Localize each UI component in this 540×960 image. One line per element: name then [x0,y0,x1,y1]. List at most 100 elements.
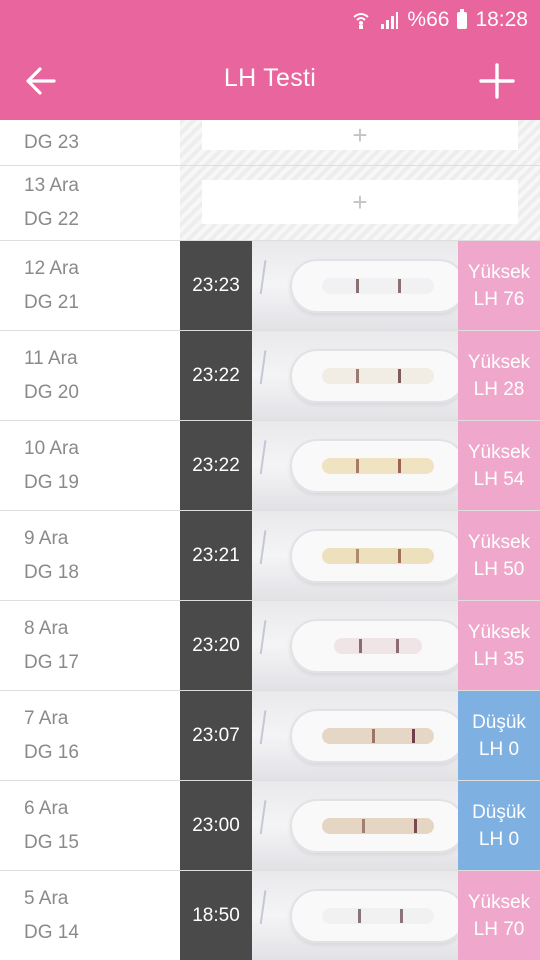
result-badge[interactable]: Yüksek LH 70 [458,871,540,960]
list-item: 13 Ara DG 22 + [0,166,540,241]
pen-mark [259,800,279,836]
cycle-day-label: DG 17 [24,651,79,673]
cycle-day-label: DG 19 [24,471,79,493]
date-cell: 7 Ara DG 16 [0,691,180,780]
lh-value: LH 50 [473,558,525,580]
strip-window [322,457,434,474]
test-line [358,638,362,653]
pen-mark [259,710,279,746]
control-line [411,728,415,743]
plus-icon [479,63,515,99]
test-strip-photo[interactable] [252,511,458,600]
test-strip [290,798,458,853]
date-cell: 12 Ara DG 21 [0,241,180,330]
list-item[interactable]: 11 Ara DG 20 23:22 Yüksek LH 28 [0,331,540,421]
time-cell: 18:50 [180,871,252,960]
cycle-day-label: DG 20 [24,381,79,403]
list-item[interactable]: 12 Ara DG 21 23:23 Yüksek LH 76 [0,241,540,331]
test-strip-photo[interactable] [252,421,458,510]
date-cell: DG 23 [0,120,180,165]
test-strip-photo[interactable] [252,241,458,330]
date-cell: 10 Ara DG 19 [0,421,180,510]
pen-mark [259,530,279,566]
date-cell: 9 Ara DG 18 [0,511,180,600]
list-item: DG 23 + [0,120,540,166]
result-badge[interactable]: Düşük LH 0 [458,781,540,870]
result-badge[interactable]: Yüksek LH 76 [458,241,540,330]
test-line [355,368,359,383]
cycle-day-label: DG 15 [24,831,79,853]
control-line [398,368,402,383]
list-item[interactable]: 6 Ara DG 15 23:00 Düşük LH 0 [0,781,540,871]
test-strip [290,528,458,583]
add-photo-button[interactable]: + [202,180,518,224]
date-label: 11 Ara [24,347,78,369]
test-strip-photo[interactable] [252,781,458,870]
cycle-day-label: DG 23 [24,131,79,153]
time-cell: 23:07 [180,691,252,780]
add-photo-label: + [352,120,368,150]
result-label: Düşük [472,801,526,823]
time-cell: 23:22 [180,421,252,510]
test-strip-photo[interactable] [252,871,458,960]
test-line [357,908,361,923]
control-line [413,818,417,833]
pen-mark [259,350,279,386]
result-badge[interactable]: Yüksek LH 28 [458,331,540,420]
date-cell: 11 Ara DG 20 [0,331,180,420]
test-strip [290,348,458,403]
time-cell: 23:21 [180,511,252,600]
strip-window [322,547,434,564]
lh-value: LH 28 [473,378,525,400]
test-strip-photo[interactable] [252,601,458,690]
date-label: 10 Ara [24,437,79,459]
date-label: 8 Ara [24,617,69,639]
empty-slot: + [180,166,540,240]
list-item[interactable]: 9 Ara DG 18 23:21 Yüksek LH 50 [0,511,540,601]
lh-value: LH 70 [473,918,525,940]
result-badge[interactable]: Yüksek LH 35 [458,601,540,690]
time-cell: 23:22 [180,331,252,420]
list-item[interactable]: 5 Ara DG 14 18:50 Yüksek LH 70 [0,871,540,960]
date-label: 13 Ara [24,175,79,196]
pen-mark [259,440,279,476]
list-item[interactable]: 10 Ara DG 19 23:22 Yüksek LH 54 [0,421,540,511]
strip-window [322,907,434,924]
result-label: Düşük [472,711,526,733]
status-bar: %66 18:28 [0,0,540,40]
test-strip [290,708,458,763]
result-label: Yüksek [467,621,531,643]
pen-mark [259,620,279,656]
lh-value: LH 0 [478,738,520,760]
list-item[interactable]: 7 Ara DG 16 23:07 Düşük LH 0 [0,691,540,781]
result-label: Yüksek [467,351,531,373]
list-item[interactable]: 8 Ara DG 17 23:20 Yüksek LH 35 [0,601,540,691]
page-title: LH Testi [223,64,317,92]
strip-window [322,727,434,744]
add-photo-button[interactable]: + [202,120,518,150]
test-line [355,548,359,563]
test-line [362,818,366,833]
battery-icon [457,8,468,29]
test-strip-photo[interactable] [252,331,458,420]
lh-value: LH 76 [473,288,525,310]
wifi-calling-icon [351,10,371,30]
cycle-day-label: DG 14 [24,921,79,943]
result-badge[interactable]: Düşük LH 0 [458,691,540,780]
test-strip [290,618,458,673]
cycle-day-label: DG 21 [24,291,79,313]
add-test-button[interactable] [474,58,520,104]
test-strip-photo[interactable] [252,691,458,780]
result-label: Yüksek [467,441,531,463]
date-cell: 8 Ara DG 17 [0,601,180,690]
lh-value: LH 35 [473,648,525,670]
result-badge[interactable]: Yüksek LH 54 [458,421,540,510]
test-line [355,458,359,473]
result-badge[interactable]: Yüksek LH 50 [458,511,540,600]
control-line [395,638,399,653]
lh-test-list[interactable]: DG 23 + 13 Ara DG 22 + 12 Ara DG 21 23:2… [0,120,540,960]
control-line [398,278,402,293]
cycle-day-label: DG 22 [24,209,79,230]
strip-window [322,817,434,834]
strip-window [322,367,434,384]
